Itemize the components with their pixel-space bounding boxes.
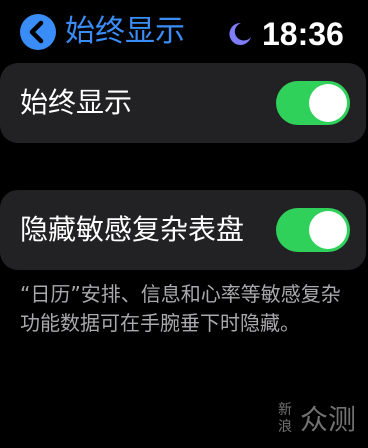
chevron-left-icon — [29, 20, 44, 44]
hide-sensitive-complications-toggle[interactable] — [276, 208, 350, 252]
toggle-knob — [309, 84, 347, 122]
hide-sensitive-complications-row[interactable]: 隐藏敏感复杂表盘 — [0, 190, 366, 270]
back-button[interactable] — [20, 14, 56, 50]
footnote-text: “日历”安排、信息和心率等敏感复杂功能数据可在手腕垂下时隐藏。 — [20, 282, 341, 335]
hide-sensitive-complications-label: 隐藏敏感复杂表盘 — [20, 213, 245, 246]
watermark-logo: 新浪 众测 — [278, 402, 358, 438]
watermark-main-text: 众测 — [300, 403, 357, 436]
clock-time: 18:36 — [262, 16, 344, 52]
page-title[interactable]: 始终显示 — [65, 12, 185, 52]
always-on-label: 始终显示 — [20, 86, 133, 119]
watermark-sina-text: 新浪 — [278, 402, 292, 435]
moon-icon — [229, 22, 251, 45]
always-on-row[interactable]: 始终显示 — [0, 63, 366, 143]
toggle-knob — [309, 211, 347, 249]
status-header: 始终显示 18:36 — [0, 0, 368, 60]
always-on-toggle[interactable] — [276, 81, 350, 125]
